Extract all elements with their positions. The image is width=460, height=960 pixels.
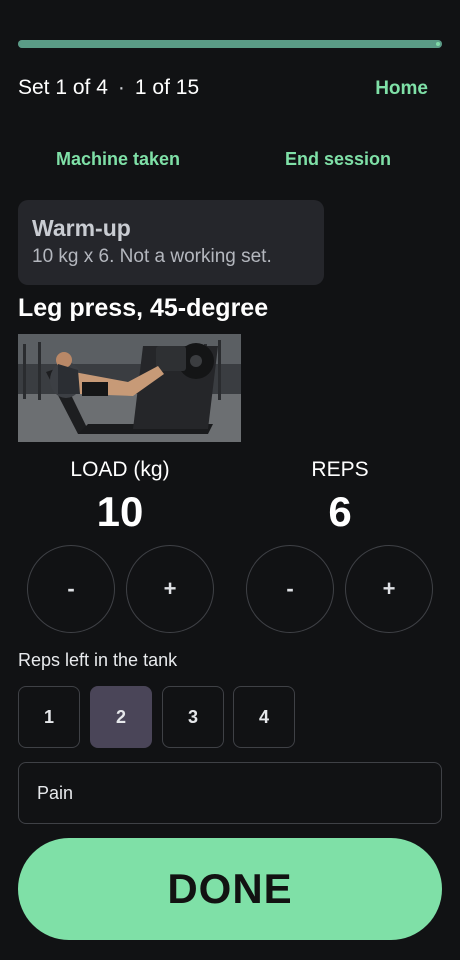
exercise-title: Leg press, 45-degree <box>18 294 269 322</box>
rir-option-3[interactable]: 3 <box>162 686 224 748</box>
rir-option-1[interactable]: 1 <box>18 686 80 748</box>
warmup-title: Warm-up <box>32 215 131 241</box>
load-decrease-button[interactable]: - <box>27 545 115 633</box>
warmup-card: Warm-up 10 kg x 6. Not a working set. <box>18 200 324 285</box>
reps-decrease-button[interactable]: - <box>246 545 334 633</box>
done-button[interactable]: DONE <box>18 838 442 940</box>
load-label: LOAD (kg) <box>70 458 170 481</box>
exercise-counter: 1 of 15 <box>134 76 200 99</box>
pain-button[interactable]: Pain <box>18 762 442 824</box>
reps-value: 6 <box>328 488 352 535</box>
home-link[interactable]: Home <box>375 78 428 100</box>
reps-increase-button[interactable]: + <box>345 545 433 633</box>
status-separator: · <box>117 76 125 99</box>
exercise-photo <box>18 334 241 442</box>
rir-option-4[interactable]: 4 <box>233 686 295 748</box>
rir-label: Reps left in the tank <box>18 650 178 670</box>
progress-end-dot <box>436 42 440 46</box>
leg-press-illustration <box>18 334 241 442</box>
set-counter: Set 1 of 4 <box>18 76 108 99</box>
end-session-button[interactable]: End session <box>285 149 391 170</box>
progress-fill <box>18 40 442 48</box>
machine-taken-button[interactable]: Machine taken <box>56 149 180 170</box>
load-increase-button[interactable]: + <box>126 545 214 633</box>
session-progress-bar <box>18 40 442 48</box>
reps-label: REPS <box>311 458 369 481</box>
rir-option-2[interactable]: 2 <box>90 686 152 748</box>
load-value: 10 <box>96 488 144 535</box>
warmup-description: 10 kg x 6. Not a working set. <box>32 246 272 267</box>
set-status: Set 1 of 4 · 1 of 15 <box>18 76 199 100</box>
